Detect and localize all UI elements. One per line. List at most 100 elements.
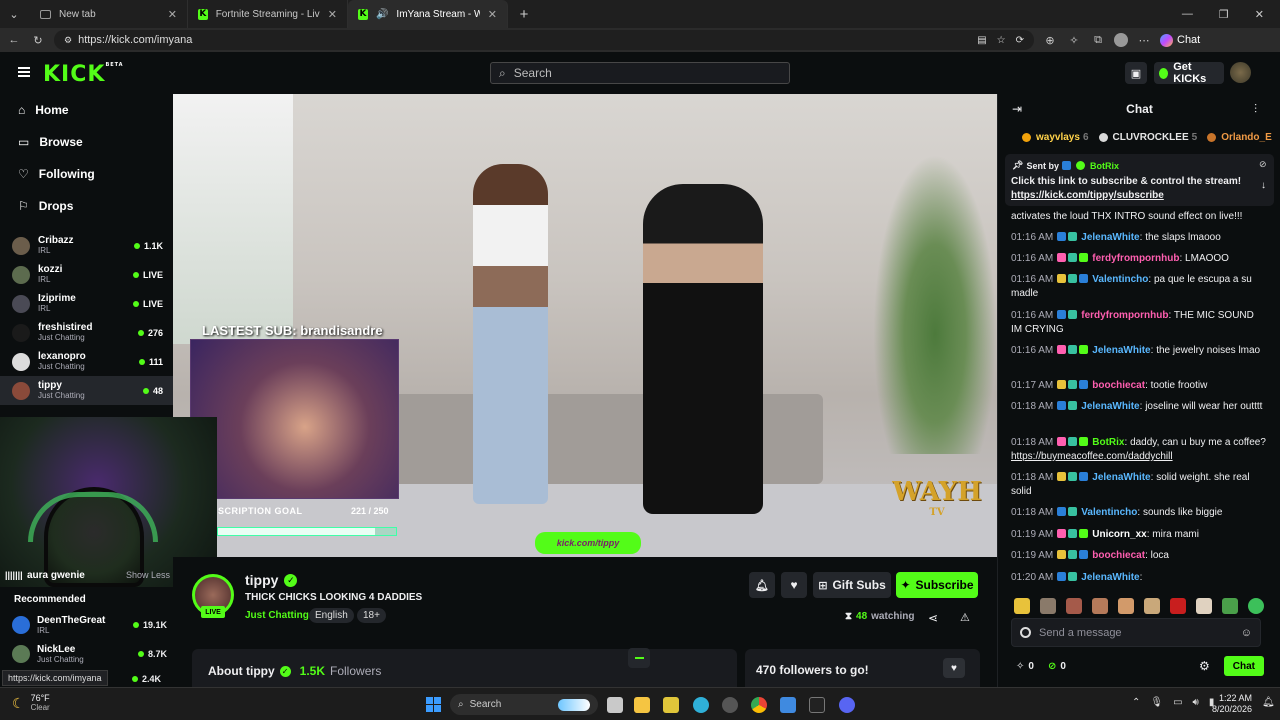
sidebar-channel[interactable]: lexanopro Just Chatting 111	[0, 347, 173, 376]
recommended-channel[interactable]: DeenTheGreat IRL 19.1K	[12, 612, 167, 638]
chat-username[interactable]: Valentincho	[1092, 274, 1148, 285]
emote-icon[interactable]	[1170, 598, 1186, 614]
more-menu-icon[interactable]: ⋯	[1136, 32, 1152, 48]
chat-username[interactable]: JelenaWhite	[1092, 472, 1150, 483]
chat-username[interactable]: ferdyfrompornhub	[1081, 310, 1168, 321]
emote-icon[interactable]	[1118, 598, 1134, 614]
tray-chevron-icon[interactable]: ⌃	[1132, 697, 1140, 708]
sidebar-channel[interactable]: freshistired Just Chatting 276	[0, 318, 173, 347]
favorites-bar-icon[interactable]: ✧	[1066, 32, 1082, 48]
sidebar-channel[interactable]: Iziprime IRL LIVE	[0, 289, 173, 318]
edge-browser-icon[interactable]	[693, 697, 709, 713]
speaker-icon[interactable]: 🔊	[376, 9, 388, 20]
emoji-smiley-icon[interactable]: ☺	[1241, 627, 1252, 639]
emote-icon[interactable]	[1092, 598, 1108, 614]
video-player[interactable]: LASTEST SUB: brandisandre SCRIPTION GOAL…	[173, 94, 997, 557]
downloads-icon[interactable]: ⧉	[1090, 32, 1106, 48]
browser-tab-new[interactable]: New tab ✕	[30, 0, 188, 28]
close-tab-icon[interactable]: ✕	[168, 8, 177, 21]
microsoft-store-icon[interactable]	[663, 697, 679, 713]
kicks-icon[interactable]: ⊘	[1048, 661, 1056, 672]
get-kicks-button[interactable]: Get KICKs	[1154, 61, 1224, 85]
gift-subs-button[interactable]: ⊞ Gift Subs	[813, 572, 891, 598]
menu-hamburger-icon[interactable]	[18, 67, 30, 77]
back-arrow-icon[interactable]: ←	[6, 32, 22, 48]
tag-18plus[interactable]: 18+	[357, 608, 386, 623]
monitor-icon[interactable]: ▭	[1173, 697, 1182, 708]
terminal-icon[interactable]	[809, 697, 825, 713]
minimize-icon[interactable]: —	[1182, 8, 1193, 21]
points-icon[interactable]: ✧	[1016, 661, 1024, 672]
emote-icon[interactable]	[1040, 598, 1056, 614]
stream-category[interactable]: Just Chatting	[245, 610, 309, 621]
notifications-bell-icon[interactable]: 🔔︎	[1262, 697, 1275, 708]
close-tab-icon[interactable]: ✕	[488, 8, 497, 21]
emote-icon[interactable]	[1196, 598, 1212, 614]
emote-icon[interactable]	[1144, 598, 1160, 614]
chat-identity-icon[interactable]	[1020, 627, 1031, 638]
sidebar-channel[interactable]: kozzi IRL LIVE	[0, 260, 173, 289]
recommended-channel[interactable]: NickLee Just Chatting 8.7K	[12, 641, 167, 667]
browser-tab-imyana[interactable]: K 🔊 ImYana Stream - Watch Live o ✕	[348, 0, 508, 28]
nav-drops[interactable]: ⚐ Drops	[0, 190, 173, 222]
microphone-icon[interactable]: 🎙︎	[1150, 697, 1163, 708]
task-view-icon[interactable]	[607, 697, 623, 713]
chat-username[interactable]: JelenaWhite	[1081, 572, 1139, 583]
site-info-icon[interactable]: ⚙	[64, 35, 72, 46]
pinned-link[interactable]: https://kick.com/tippy/subscribe	[1011, 190, 1164, 201]
copilot-chat-button[interactable]: Chat	[1160, 33, 1200, 47]
weather-widget[interactable]: ☾ 76°F Clear	[12, 693, 50, 713]
tag-english[interactable]: English	[309, 608, 354, 623]
chat-username[interactable]: Valentincho	[1081, 507, 1137, 518]
chat-username[interactable]: BotRix	[1092, 437, 1124, 448]
expand-arrow-icon[interactable]: ↓	[1261, 180, 1266, 191]
subscribe-button[interactable]: ✦ Subscribe	[896, 572, 978, 598]
file-explorer-icon[interactable]	[634, 697, 650, 713]
volume-icon[interactable]: 🔊︎	[1193, 697, 1199, 708]
report-icon[interactable]: ⚠	[960, 611, 970, 624]
emote-icon[interactable]	[1066, 598, 1082, 614]
sidebar-partial-channel[interactable]: ||||||| aura gwenie Show Less	[5, 568, 170, 582]
app-icon[interactable]	[722, 697, 738, 713]
emote-icon[interactable]	[1014, 598, 1030, 614]
clock[interactable]: 1:22 AM 8/20/2026	[1212, 693, 1252, 715]
taskbar-search[interactable]: ⌕ Search	[450, 694, 598, 715]
chat-username[interactable]: boochiecat	[1092, 380, 1145, 391]
extensions-icon[interactable]: ⟳	[1016, 35, 1024, 46]
nav-browse[interactable]: ▭ Browse	[0, 126, 173, 158]
emote-icon[interactable]	[1248, 598, 1264, 614]
send-chat-button[interactable]: Chat	[1223, 656, 1264, 676]
notification-bell-button[interactable]: 🔔︎	[749, 572, 775, 598]
layout-toggle-icon[interactable]: ▣	[1125, 62, 1147, 84]
nav-home[interactable]: ⌂ Home	[0, 94, 173, 126]
photos-icon[interactable]	[780, 697, 796, 713]
share-icon[interactable]: ⋖	[928, 611, 938, 625]
chat-username[interactable]: JelenaWhite	[1081, 401, 1139, 412]
chat-username[interactable]: Unicorn_xx	[1092, 529, 1146, 540]
chat-username[interactable]: JelenaWhite	[1081, 232, 1139, 243]
sidebar-channel-selected[interactable]: tippy Just Chatting 48	[0, 376, 173, 405]
nav-following[interactable]: ♡ Following	[0, 158, 173, 190]
collapse-toggle-button[interactable]	[628, 648, 650, 668]
kick-logo[interactable]: KICKBETA	[43, 62, 124, 87]
maximize-icon[interactable]: ❐	[1219, 8, 1229, 21]
chat-link[interactable]: https://buymeacoffee.com/daddychill	[1011, 451, 1173, 462]
show-less-link[interactable]: Show Less	[126, 570, 170, 580]
tab-list-chevron-icon[interactable]: ⌄	[6, 6, 22, 22]
windows-start-icon[interactable]	[426, 697, 441, 712]
search-input[interactable]: ⌕ Search	[490, 62, 790, 84]
browser-tab-fortnite[interactable]: K Fortnite Streaming - Live Streams ✕	[188, 0, 348, 28]
chrome-icon[interactable]	[751, 697, 767, 713]
settings-gear-icon[interactable]: ⚙	[1199, 659, 1210, 673]
chat-username[interactable]: JelenaWhite	[1092, 345, 1150, 356]
follow-heart-button[interactable]: ♥	[781, 572, 807, 598]
chat-input[interactable]: Send a message ☺	[1011, 618, 1261, 647]
user-avatar[interactable]	[1230, 62, 1251, 83]
streamer-name[interactable]: tippy ✓	[245, 572, 298, 588]
window-close-icon[interactable]: ✕	[1255, 8, 1264, 21]
follow-goal-heart-button[interactable]: ♥	[943, 658, 965, 678]
emote-icon[interactable]	[1222, 598, 1238, 614]
reload-icon[interactable]: ↻	[30, 32, 46, 48]
chat-users-icon[interactable]: ⫶	[1254, 102, 1257, 117]
discord-icon[interactable]	[839, 697, 855, 713]
